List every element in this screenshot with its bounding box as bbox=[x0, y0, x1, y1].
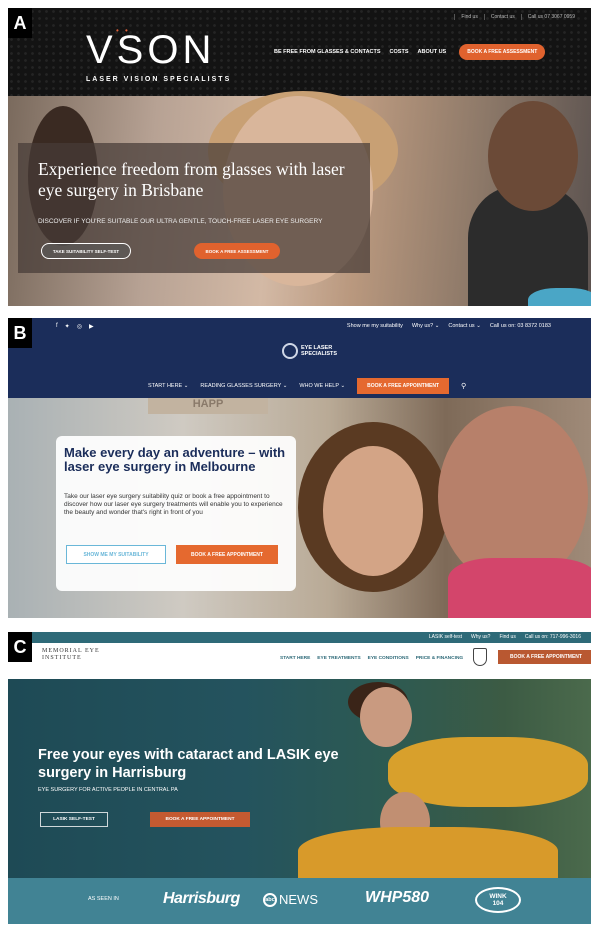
nav-item-about-us[interactable]: ABOUT US bbox=[418, 49, 447, 55]
utility-links: LASIK self-test Why us? Find us Call us … bbox=[429, 634, 581, 640]
nav-item-costs[interactable]: COSTS bbox=[390, 49, 409, 55]
self-test-button[interactable]: TAKE SUITABILITY SELF-TEST bbox=[41, 243, 131, 259]
eye-logo-icon bbox=[282, 343, 298, 359]
hero-headline: Free your eyes with cataract and LASIK e… bbox=[38, 747, 339, 781]
book-assessment-button[interactable]: BOOK A FREE ASSESSMENT bbox=[194, 243, 280, 259]
nav-item-reading-glasses[interactable]: READING GLASSES SURGERY ⌄ bbox=[200, 383, 287, 389]
media-logo-whp580: WHP580 bbox=[365, 889, 430, 906]
hero-headline: Experience freedom from glasses with las… bbox=[38, 159, 345, 200]
util-link-suitability[interactable]: Show me my suitability bbox=[347, 323, 403, 329]
media-logo-abc-news: abc NEWS bbox=[263, 892, 318, 907]
site-logo[interactable]: • • VSON LASER VISION SPECIALISTS bbox=[86, 26, 232, 83]
site-logo[interactable]: MEMORIAL EYE INSTITUTE bbox=[42, 648, 100, 662]
site-logo[interactable]: EYE LASER SPECIALISTS bbox=[282, 340, 342, 362]
logo-line-2: SPECIALISTS bbox=[301, 351, 338, 357]
show-suitability-button[interactable]: SHOW ME MY SUITABILITY bbox=[66, 545, 166, 564]
util-link-call-us[interactable]: Call us on: 717-996-3016 bbox=[525, 634, 581, 640]
accreditation-badge-icon bbox=[473, 648, 487, 666]
media-logo-harrisburg: Harrisburg bbox=[163, 890, 240, 907]
hero-person-right bbox=[488, 101, 578, 211]
util-link-why-us[interactable]: Why us? ⌄ bbox=[412, 323, 440, 329]
nav-item-eye-treatments[interactable]: EYE TREATMENTS bbox=[317, 656, 360, 661]
panel-c-memorial-eye-website: C LASIK self-test Why us? Find us Call u… bbox=[8, 632, 591, 924]
hero-subline: EYE SURGERY FOR ACTIVE PEOPLE IN CENTRAL… bbox=[38, 787, 178, 793]
utility-bar: LASIK self-test Why us? Find us Call us … bbox=[8, 632, 591, 643]
as-seen-in-label: AS SEEN IN bbox=[88, 896, 119, 902]
util-link-call-us[interactable]: Call us on: 03 8372 0183 bbox=[490, 323, 551, 329]
abc-logo-icon: abc bbox=[263, 892, 277, 907]
hero-body-text: Take our laser eye surgery suitability q… bbox=[64, 493, 283, 516]
background-sign: HAPP bbox=[148, 398, 268, 414]
main-nav: BE FREE FROM GLASSES & CONTACTS COSTS AB… bbox=[274, 44, 546, 60]
header-bar: Find us Contact us Call us 07 3067 0959 … bbox=[8, 8, 591, 96]
logo-wordmark: VSON bbox=[86, 28, 216, 72]
nav-item-start-here[interactable]: START HERE ⌄ bbox=[148, 383, 188, 389]
book-appointment-button[interactable]: BOOK A FREE APPOINTMENT bbox=[150, 812, 250, 827]
nav-item-eye-conditions[interactable]: EYE CONDITIONS bbox=[368, 656, 409, 661]
nav-item-start-here[interactable]: START HERE bbox=[280, 656, 310, 661]
util-link-call-us[interactable]: Call us 07 3067 0959 bbox=[520, 14, 581, 20]
book-appointment-nav-button[interactable]: BOOK A FREE APPOINTMENT bbox=[498, 650, 591, 664]
main-nav: START HERE ⌄ READING GLASSES SURGERY ⌄ W… bbox=[148, 378, 466, 394]
instagram-icon[interactable]: ◎ bbox=[77, 323, 82, 330]
lasik-self-test-button[interactable]: LASIK SELF-TEST bbox=[40, 812, 108, 827]
youtube-icon[interactable]: ▶ bbox=[89, 323, 94, 330]
wink-line-2: 104 bbox=[492, 900, 504, 907]
hero-man-shirt bbox=[448, 558, 591, 618]
surfboard bbox=[528, 288, 591, 306]
panel-label: B bbox=[8, 318, 32, 348]
hero-headline: Make every day an adventure – with laser… bbox=[64, 445, 286, 474]
facebook-icon[interactable]: f bbox=[56, 323, 58, 330]
logo-dots: • • bbox=[116, 26, 130, 35]
logo-tagline: LASER VISION SPECIALISTS bbox=[86, 76, 232, 83]
hero-subline: DISCOVER IF YOU'RE SUITABLE OUR ULTRA GE… bbox=[38, 218, 323, 225]
twitter-icon[interactable]: ✦ bbox=[65, 323, 70, 330]
hero-woman bbox=[360, 687, 412, 747]
panel-b-eye-laser-website: B f ✦ ◎ ▶ Show me my suitability Why us?… bbox=[8, 318, 591, 618]
wink-line-1: WINK bbox=[489, 893, 507, 900]
utility-links: Show me my suitability Why us? ⌄ Contact… bbox=[347, 323, 551, 329]
util-link-why-us[interactable]: Why us? bbox=[471, 634, 490, 640]
logo-line-2: INSTITUTE bbox=[42, 655, 82, 661]
search-icon[interactable]: ⚲ bbox=[461, 382, 466, 390]
panel-label: A bbox=[8, 8, 32, 38]
utility-links: Find us Contact us Call us 07 3067 0959 bbox=[454, 14, 581, 20]
media-logo-wink104: WINK 104 bbox=[475, 887, 521, 913]
nav-item-price-financing[interactable]: PRICE & FINANCING bbox=[416, 656, 463, 661]
main-nav: START HERE EYE TREATMENTS EYE CONDITIONS… bbox=[280, 656, 463, 661]
book-appointment-button[interactable]: BOOK A FREE APPOINTMENT bbox=[176, 545, 278, 564]
logo-line-1: MEMORIAL EYE bbox=[42, 648, 100, 654]
util-link-contact-us[interactable]: Contact us bbox=[483, 14, 521, 20]
util-link-find-us[interactable]: Find us bbox=[499, 634, 515, 640]
util-link-lasik-self-test[interactable]: LASIK self-test bbox=[429, 634, 462, 640]
util-link-contact-us[interactable]: Contact us ⌄ bbox=[448, 323, 480, 329]
nav-item-who-we-help[interactable]: WHO WE HELP ⌄ bbox=[299, 383, 345, 389]
util-link-find-us[interactable]: Find us bbox=[454, 14, 483, 20]
book-appointment-nav-button[interactable]: BOOK A FREE APPOINTMENT bbox=[357, 378, 450, 394]
panel-a-vision-website: A Find us Contact us Call us 07 3067 095… bbox=[8, 8, 591, 306]
logo-wordmark: EYE LASER SPECIALISTS bbox=[301, 345, 337, 357]
news-text: NEWS bbox=[279, 892, 318, 907]
header-bar: f ✦ ◎ ▶ Show me my suitability Why us? ⌄… bbox=[8, 318, 591, 398]
hero-woman bbox=[323, 446, 423, 576]
nav-item-be-free[interactable]: BE FREE FROM GLASSES & CONTACTS bbox=[274, 49, 381, 55]
book-assessment-nav-button[interactable]: BOOK A FREE ASSESSMENT bbox=[459, 44, 546, 60]
social-links: f ✦ ◎ ▶ bbox=[56, 323, 94, 330]
panel-label: C bbox=[8, 632, 32, 662]
